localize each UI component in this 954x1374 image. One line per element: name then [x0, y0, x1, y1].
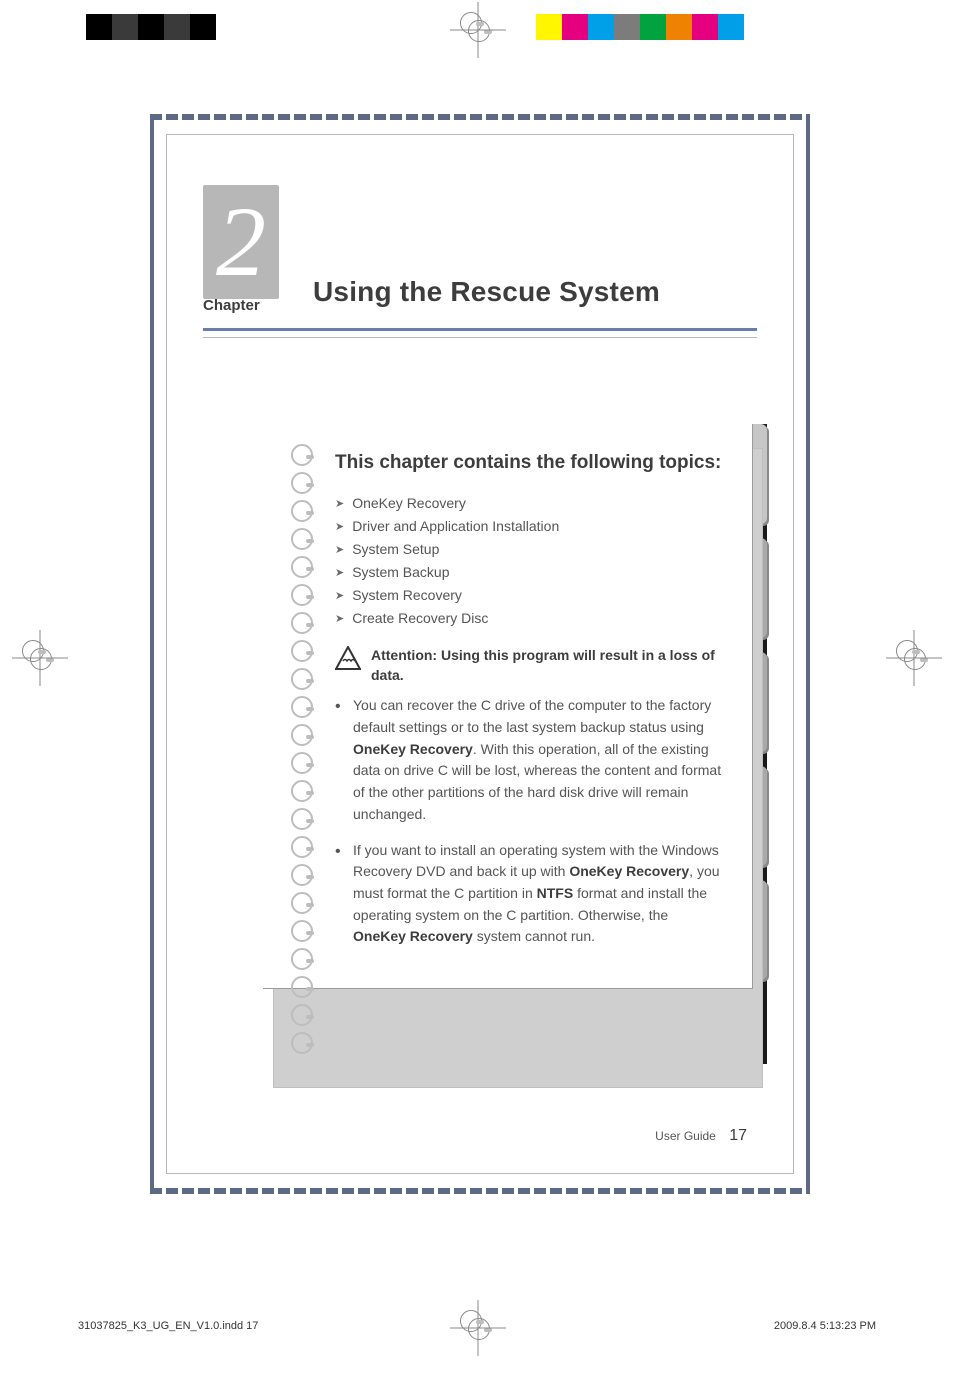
attention-icon	[335, 646, 361, 675]
bullet-bold: OneKey Recovery	[569, 863, 689, 879]
chapter-head: 2 Chapter Using the Rescue System	[203, 185, 757, 314]
footer-label: User Guide	[655, 1129, 716, 1143]
attention-text: Attention: Using this program will resul…	[371, 646, 724, 685]
chapter-number-box: 2	[203, 185, 279, 299]
spiral-binding	[291, 444, 313, 968]
attention-block: Attention: Using this program will resul…	[335, 646, 724, 685]
chapter-title-wrap: Using the Rescue System	[313, 276, 757, 314]
chapter-label: Chapter	[203, 297, 289, 314]
topic-item: System Backup	[335, 561, 724, 584]
registration-mark-left	[12, 630, 68, 686]
page-inner: 2 Chapter Using the Rescue System 1 2 3 …	[166, 134, 794, 1174]
title-rule-thick	[203, 328, 757, 331]
topics-list: OneKey Recovery Driver and Application I…	[335, 492, 724, 631]
imposition-bar: 31037825_K3_UG_EN_V1.0.indd 17 2009.8.4 …	[78, 1320, 876, 1332]
topic-item: Create Recovery Disc	[335, 607, 724, 630]
registration-mark-right	[886, 630, 942, 686]
bullet-text: You can recover the C drive of the compu…	[353, 697, 711, 735]
bullet-bold: OneKey Recovery	[353, 741, 473, 757]
topic-item: System Recovery	[335, 584, 724, 607]
page-footer: User Guide 17	[655, 1127, 747, 1145]
bullet-bold: OneKey Recovery	[353, 928, 473, 944]
registration-mark-top	[450, 2, 506, 58]
page-border-top	[150, 114, 810, 120]
topic-item: Driver and Application Installation	[335, 515, 724, 538]
color-bar-right	[536, 14, 744, 40]
print-sheet: 2 Chapter Using the Rescue System 1 2 3 …	[0, 0, 954, 1374]
bullet-text: system cannot run.	[473, 928, 595, 944]
bullet-bold: NTFS	[537, 885, 574, 901]
bullet-item: You can recover the C drive of the compu…	[335, 695, 724, 825]
topics-heading: This chapter contains the following topi…	[335, 450, 724, 476]
imposition-file: 31037825_K3_UG_EN_V1.0.indd 17	[78, 1320, 258, 1332]
title-rule-thin	[203, 337, 757, 338]
bullets-list: You can recover the C drive of the compu…	[335, 695, 724, 948]
page-number: 17	[729, 1127, 747, 1144]
chapter-title: Using the Rescue System	[313, 276, 757, 314]
page: 2 Chapter Using the Rescue System 1 2 3 …	[150, 114, 810, 1194]
imposition-stamp: 2009.8.4 5:13:23 PM	[774, 1320, 876, 1332]
card-area: 1 2 3 4 5	[213, 424, 757, 989]
color-bar-left	[86, 14, 216, 40]
bullet-item: If you want to install an operating syst…	[335, 840, 724, 948]
topics-card: This chapter contains the following topi…	[263, 424, 753, 989]
chapter-number: 2	[216, 192, 266, 292]
chapter-block: 2 Chapter	[203, 185, 289, 314]
topic-item: System Setup	[335, 538, 724, 561]
page-border-bottom	[150, 1188, 810, 1194]
topic-item: OneKey Recovery	[335, 492, 724, 515]
